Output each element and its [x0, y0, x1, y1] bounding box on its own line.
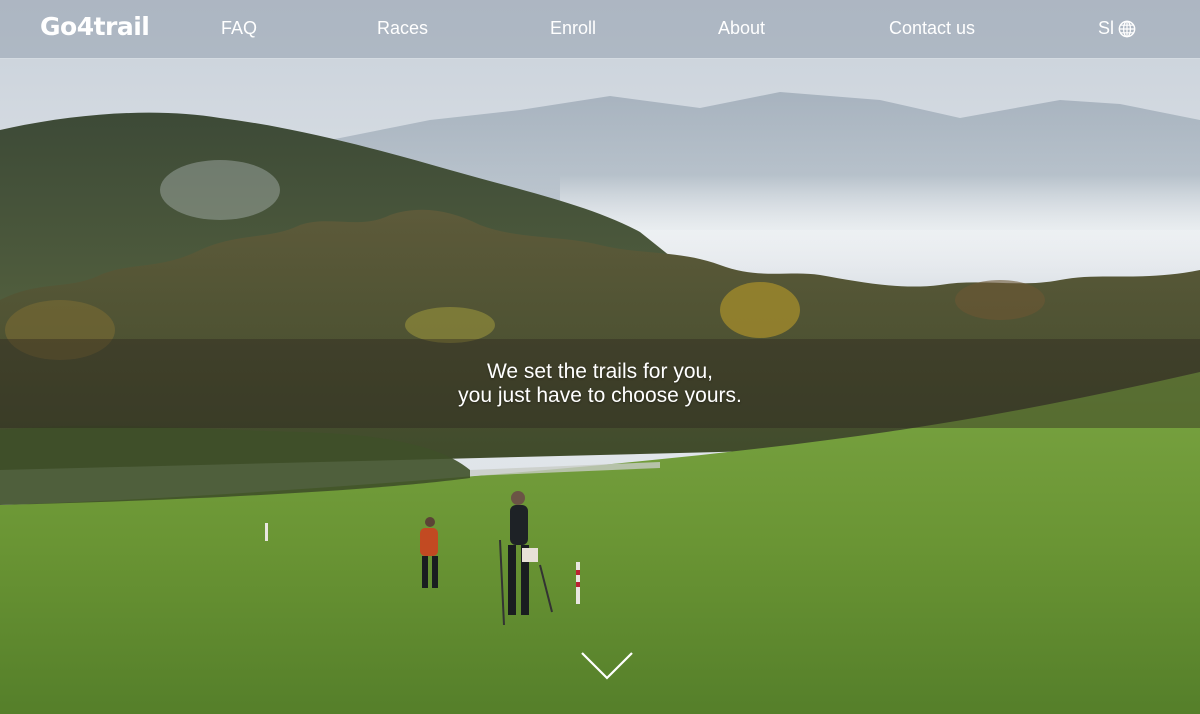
hero-tagline-line-2: you just have to choose yours.	[458, 383, 742, 407]
nav-link-faq[interactable]: FAQ	[221, 18, 257, 39]
nav-link-races[interactable]: Races	[377, 18, 428, 39]
nav-link-about[interactable]: About	[718, 18, 765, 39]
top-navbar: Go4trail FAQ Races Enroll About Contact …	[0, 0, 1200, 58]
chevron-down-icon[interactable]	[580, 650, 634, 684]
nav-link-enroll[interactable]: Enroll	[550, 18, 596, 39]
language-label: Sl	[1098, 18, 1115, 38]
language-switcher[interactable]: Sl	[1098, 18, 1136, 39]
hero-tagline-line-1: We set the trails for you,	[486, 359, 714, 383]
hero-tagline-band: We set the trails for you, you just have…	[0, 339, 1200, 428]
brand-logo[interactable]: Go4trail	[40, 12, 150, 41]
globe-icon	[1118, 20, 1136, 37]
nav-link-contact-us[interactable]: Contact us	[889, 18, 975, 39]
hero-section: Go4trail FAQ Races Enroll About Contact …	[0, 0, 1200, 714]
